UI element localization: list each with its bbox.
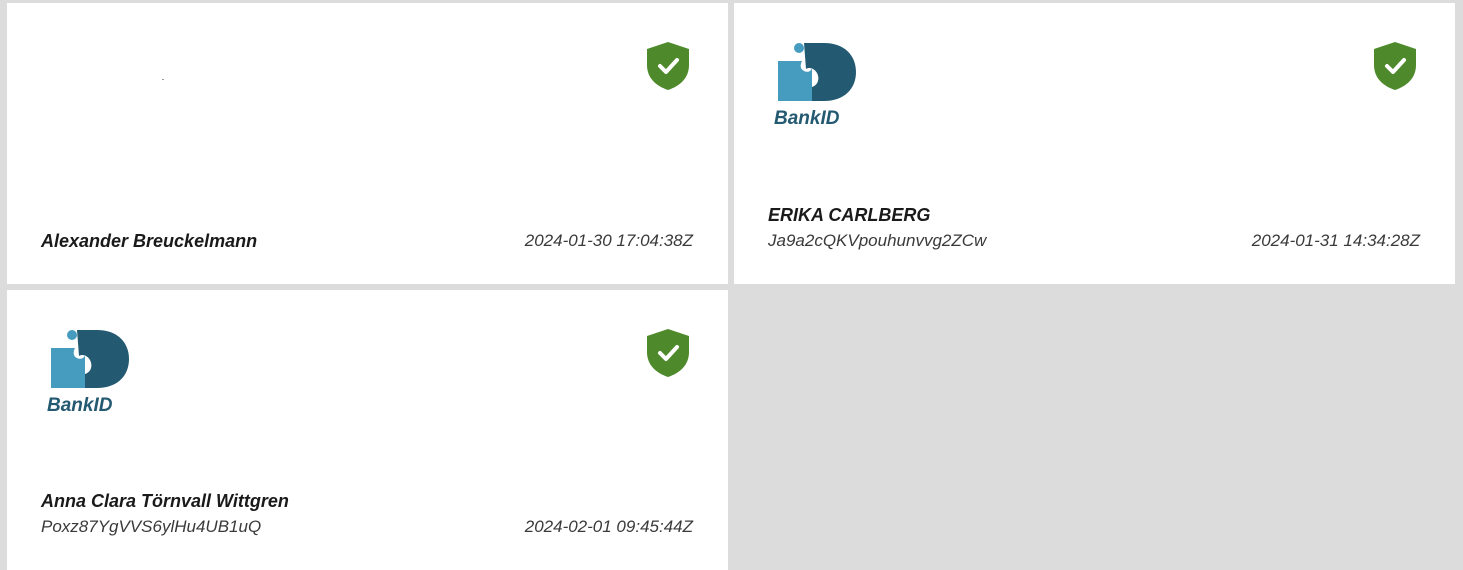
signature-timestamp: 2024-02-01 09:45:44Z <box>524 517 693 536</box>
signer-name: Alexander Breuckelmann <box>41 231 258 251</box>
signer-name: ERIKA CARLBERG <box>768 205 931 225</box>
signature-card: BankID Anna Clara Törnvall Wittgren Poxz… <box>7 290 728 570</box>
signature-timestamp: 2024-01-30 17:04:38Z <box>524 231 693 250</box>
bankid-logo-icon: BankID <box>774 43 856 127</box>
bankid-logo-icon: BankID <box>47 330 129 414</box>
verified-shield-icon <box>647 329 689 377</box>
signature-timestamp: 2024-01-31 14:34:28Z <box>1251 231 1420 250</box>
signature-card: Alexander Breuckelmann 2024-01-30 17:04:… <box>7 3 728 284</box>
signer-identifier: Ja9a2cQKVpouhunvvg2ZCw <box>768 231 987 250</box>
signer-name: Anna Clara Törnvall Wittgren <box>41 491 289 511</box>
bankid-logo-text: BankID <box>47 395 113 414</box>
bankid-logo-text: BankID <box>774 108 840 127</box>
signature-card: BankID ERIKA CARLBERG Ja9a2cQKVpouhunvvg… <box>734 3 1455 284</box>
verified-shield-icon <box>647 42 689 90</box>
signature-image <box>162 79 164 80</box>
signer-identifier: Poxz87YgVVS6ylHu4UB1uQ <box>41 517 262 536</box>
verified-shield-icon <box>1374 42 1416 90</box>
